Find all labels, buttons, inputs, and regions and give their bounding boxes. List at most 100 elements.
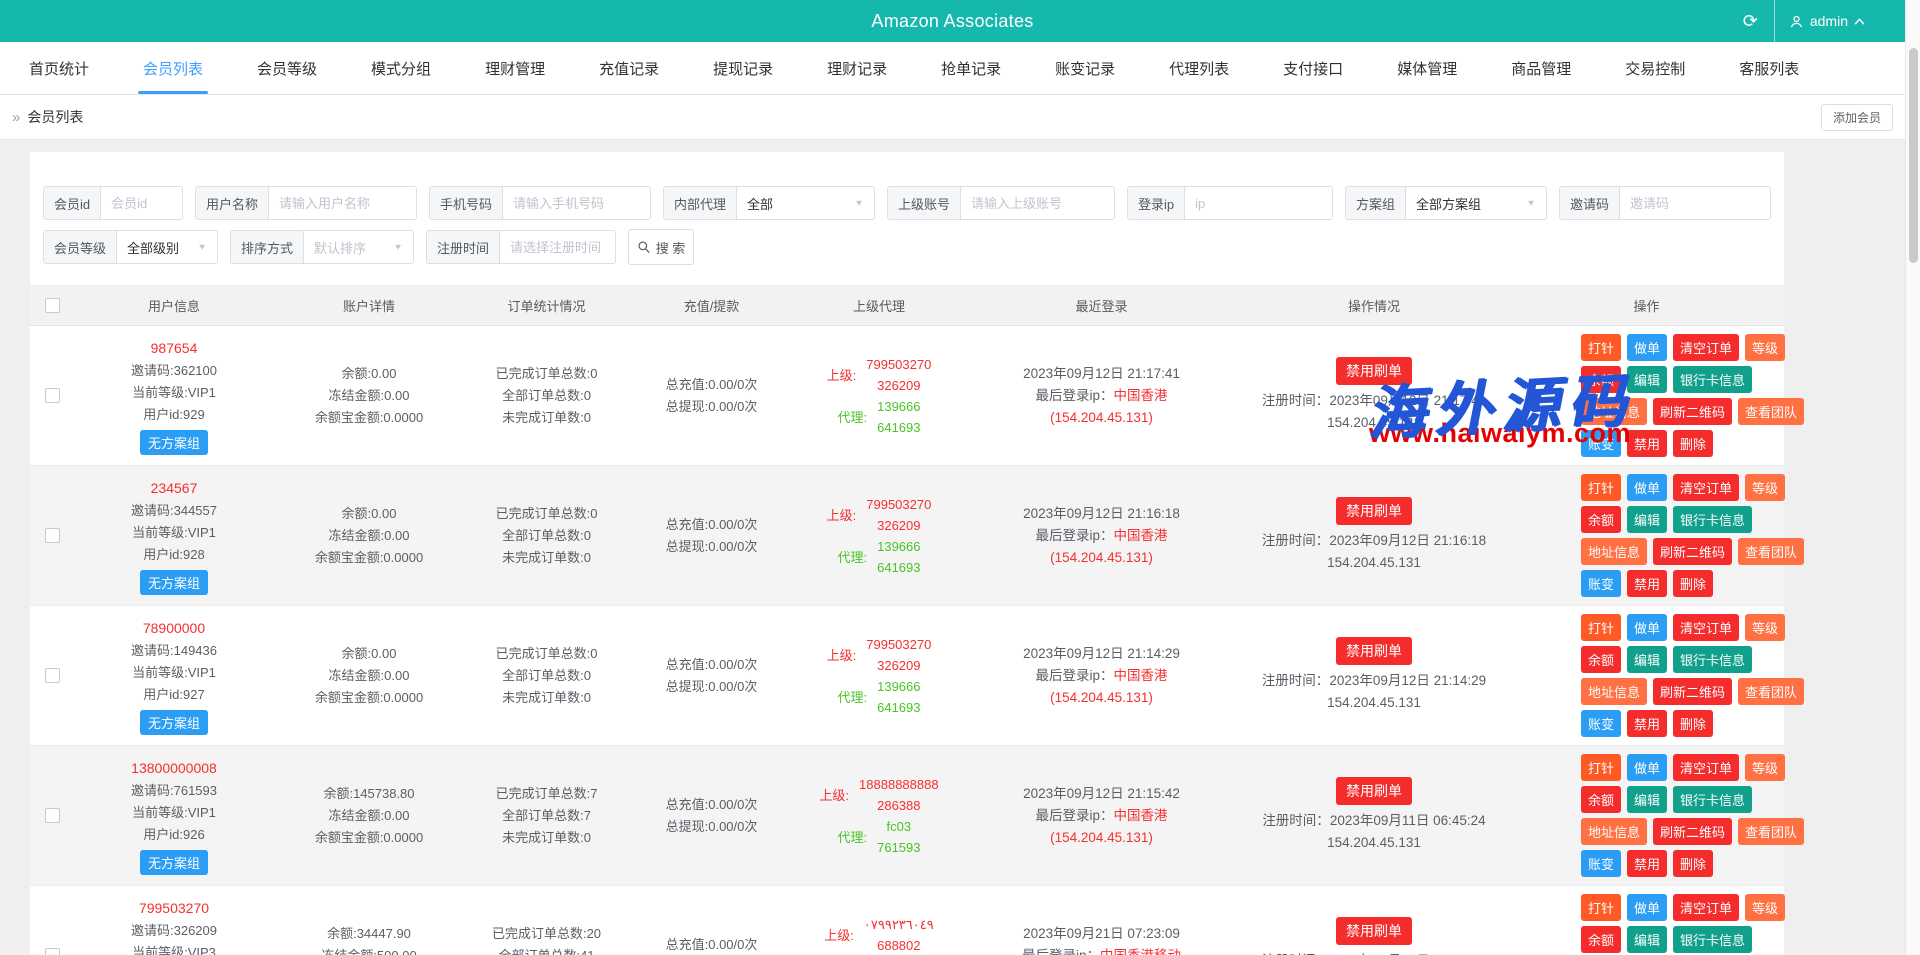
action-delete-button[interactable]: 删除 [1673,710,1713,737]
action-clear-orders-button[interactable]: 清空订单 [1673,614,1739,641]
ban-brush-order-badge[interactable]: 禁用刷单 [1336,637,1412,665]
row-checkbox[interactable] [45,808,60,823]
invite-code-input[interactable] [1620,187,1770,219]
login-ip-input[interactable] [1185,187,1332,219]
refresh-icon[interactable]: ⟳ [1727,11,1774,32]
action-inject-button[interactable]: 打针 [1581,894,1621,921]
action-inject-button[interactable]: 打针 [1581,334,1621,361]
tab-7[interactable]: 理财记录 [800,42,914,94]
action-level-button[interactable]: 等级 [1745,894,1785,921]
tab-2[interactable]: 会员等级 [230,42,344,94]
action-level-button[interactable]: 等级 [1745,474,1785,501]
action-address-button[interactable]: 地址信息 [1581,398,1647,425]
action-edit-button[interactable]: 编辑 [1627,506,1667,533]
plan-group-select[interactable]: 全部方案组 ▼ [1406,187,1546,219]
action-view-team-button[interactable]: 查看团队 [1738,818,1804,845]
vertical-scrollbar[interactable] [1905,0,1920,955]
action-make-order-button[interactable]: 做单 [1627,754,1667,781]
ban-brush-order-badge[interactable]: 禁用刷单 [1336,497,1412,525]
action-clear-orders-button[interactable]: 清空订单 [1673,894,1739,921]
action-account-change-button[interactable]: 账变 [1581,850,1621,877]
action-inject-button[interactable]: 打针 [1581,754,1621,781]
ban-brush-order-badge[interactable]: 禁用刷单 [1336,917,1412,945]
parent-account-input[interactable] [961,187,1114,219]
phone-input[interactable] [503,187,650,219]
user-id-link[interactable]: 799503270 [139,896,209,920]
tab-4[interactable]: 理财管理 [458,42,572,94]
action-bank-card-button[interactable]: 银行卡信息 [1673,646,1752,673]
action-balance-button[interactable]: 余额 [1581,646,1621,673]
user-id-link[interactable]: 13800000008 [131,756,217,780]
action-bank-card-button[interactable]: 银行卡信息 [1673,786,1752,813]
action-edit-button[interactable]: 编辑 [1627,646,1667,673]
action-balance-button[interactable]: 余额 [1581,926,1621,953]
action-make-order-button[interactable]: 做单 [1627,614,1667,641]
action-edit-button[interactable]: 编辑 [1627,786,1667,813]
action-refresh-qrcode-button[interactable]: 刷新二维码 [1653,818,1732,845]
row-checkbox[interactable] [45,668,60,683]
action-make-order-button[interactable]: 做单 [1627,474,1667,501]
action-address-button[interactable]: 地址信息 [1581,678,1647,705]
action-account-change-button[interactable]: 账变 [1581,570,1621,597]
tab-9[interactable]: 账变记录 [1028,42,1142,94]
action-level-button[interactable]: 等级 [1745,754,1785,781]
row-checkbox[interactable] [45,948,60,955]
member-id-input[interactable] [101,187,182,219]
action-refresh-qrcode-button[interactable]: 刷新二维码 [1653,398,1732,425]
action-account-change-button[interactable]: 账变 [1581,430,1621,457]
action-level-button[interactable]: 等级 [1745,334,1785,361]
tab-11[interactable]: 支付接口 [1256,42,1370,94]
action-address-button[interactable]: 地址信息 [1581,818,1647,845]
action-delete-button[interactable]: 删除 [1673,570,1713,597]
internal-agent-select[interactable]: 全部 ▼ [737,187,874,219]
action-edit-button[interactable]: 编辑 [1627,366,1667,393]
action-address-button[interactable]: 地址信息 [1581,538,1647,565]
action-balance-button[interactable]: 余额 [1581,506,1621,533]
user-id-link[interactable]: 987654 [151,336,198,360]
tab-1[interactable]: 会员列表 [116,42,230,94]
action-bank-card-button[interactable]: 银行卡信息 [1673,506,1752,533]
action-delete-button[interactable]: 删除 [1673,430,1713,457]
tab-13[interactable]: 商品管理 [1484,42,1598,94]
tab-15[interactable]: 客服列表 [1712,42,1826,94]
scrollbar-thumb[interactable] [1909,48,1918,263]
action-view-team-button[interactable]: 查看团队 [1738,398,1804,425]
tab-10[interactable]: 代理列表 [1142,42,1256,94]
tab-14[interactable]: 交易控制 [1598,42,1712,94]
action-disable-button[interactable]: 禁用 [1627,850,1667,877]
tab-0[interactable]: 首页统计 [2,42,116,94]
action-balance-button[interactable]: 余额 [1581,786,1621,813]
action-level-button[interactable]: 等级 [1745,614,1785,641]
user-id-link[interactable]: 234567 [151,476,198,500]
add-member-button[interactable]: 添加会员 [1821,104,1893,131]
admin-menu[interactable]: admin [1775,13,1879,29]
row-checkbox[interactable] [45,528,60,543]
action-balance-button[interactable]: 余额 [1581,366,1621,393]
tab-12[interactable]: 媒体管理 [1370,42,1484,94]
tab-6[interactable]: 提现记录 [686,42,800,94]
action-view-team-button[interactable]: 查看团队 [1738,538,1804,565]
action-make-order-button[interactable]: 做单 [1627,894,1667,921]
action-bank-card-button[interactable]: 银行卡信息 [1673,366,1752,393]
action-refresh-qrcode-button[interactable]: 刷新二维码 [1653,678,1732,705]
select-all-checkbox[interactable] [45,298,60,313]
ban-brush-order-badge[interactable]: 禁用刷单 [1336,777,1412,805]
action-bank-card-button[interactable]: 银行卡信息 [1673,926,1752,953]
action-disable-button[interactable]: 禁用 [1627,430,1667,457]
tab-3[interactable]: 模式分组 [344,42,458,94]
action-clear-orders-button[interactable]: 清空订单 [1673,754,1739,781]
tab-8[interactable]: 抢单记录 [914,42,1028,94]
action-edit-button[interactable]: 编辑 [1627,926,1667,953]
action-delete-button[interactable]: 删除 [1673,850,1713,877]
action-disable-button[interactable]: 禁用 [1627,570,1667,597]
action-view-team-button[interactable]: 查看团队 [1738,678,1804,705]
action-disable-button[interactable]: 禁用 [1627,710,1667,737]
action-refresh-qrcode-button[interactable]: 刷新二维码 [1653,538,1732,565]
action-make-order-button[interactable]: 做单 [1627,334,1667,361]
user-id-link[interactable]: 78900000 [143,616,205,640]
tab-5[interactable]: 充值记录 [572,42,686,94]
action-inject-button[interactable]: 打针 [1581,614,1621,641]
member-level-select[interactable]: 全部级别 ▼ [117,231,217,263]
action-inject-button[interactable]: 打针 [1581,474,1621,501]
user-name-input[interactable] [269,187,416,219]
